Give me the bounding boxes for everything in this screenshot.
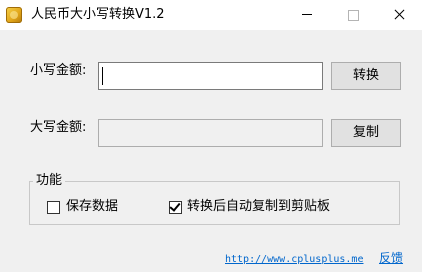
minimize-icon xyxy=(302,14,312,15)
auto-copy-checkbox[interactable] xyxy=(169,200,182,214)
convert-button[interactable]: 转换 xyxy=(331,62,401,90)
checkmark-icon xyxy=(169,200,181,212)
uppercase-amount-output[interactable] xyxy=(98,119,323,147)
close-button[interactable] xyxy=(376,0,422,30)
maximize-icon xyxy=(348,10,359,21)
save-data-checkbox[interactable] xyxy=(47,201,60,214)
lowercase-amount-label: 小写金额: xyxy=(30,63,87,78)
minimize-button[interactable] xyxy=(284,0,330,30)
website-link[interactable]: http://www.cplusplus.me xyxy=(225,253,363,266)
copy-button[interactable]: 复制 xyxy=(331,119,401,147)
save-data-label[interactable]: 保存数据 xyxy=(66,199,118,215)
window-title: 人民币大小写转换V1.2 xyxy=(31,7,165,22)
coin-icon xyxy=(6,7,22,23)
text-caret xyxy=(102,67,103,85)
uppercase-amount-label: 大写金额: xyxy=(30,120,87,135)
app-window: 人民币大小写转换V1.2 小写金额: 转换 大写金额: 复制 功能 保存数据 转… xyxy=(0,0,422,272)
function-groupbox-title: 功能 xyxy=(33,174,66,188)
maximize-button[interactable] xyxy=(330,0,376,30)
lowercase-amount-input[interactable] xyxy=(98,62,323,90)
close-icon xyxy=(393,9,405,21)
title-bar[interactable]: 人民币大小写转换V1.2 xyxy=(0,0,422,30)
feedback-link[interactable]: 反馈 xyxy=(379,251,403,266)
auto-copy-label[interactable]: 转换后自动复制到剪贴板 xyxy=(187,199,330,215)
